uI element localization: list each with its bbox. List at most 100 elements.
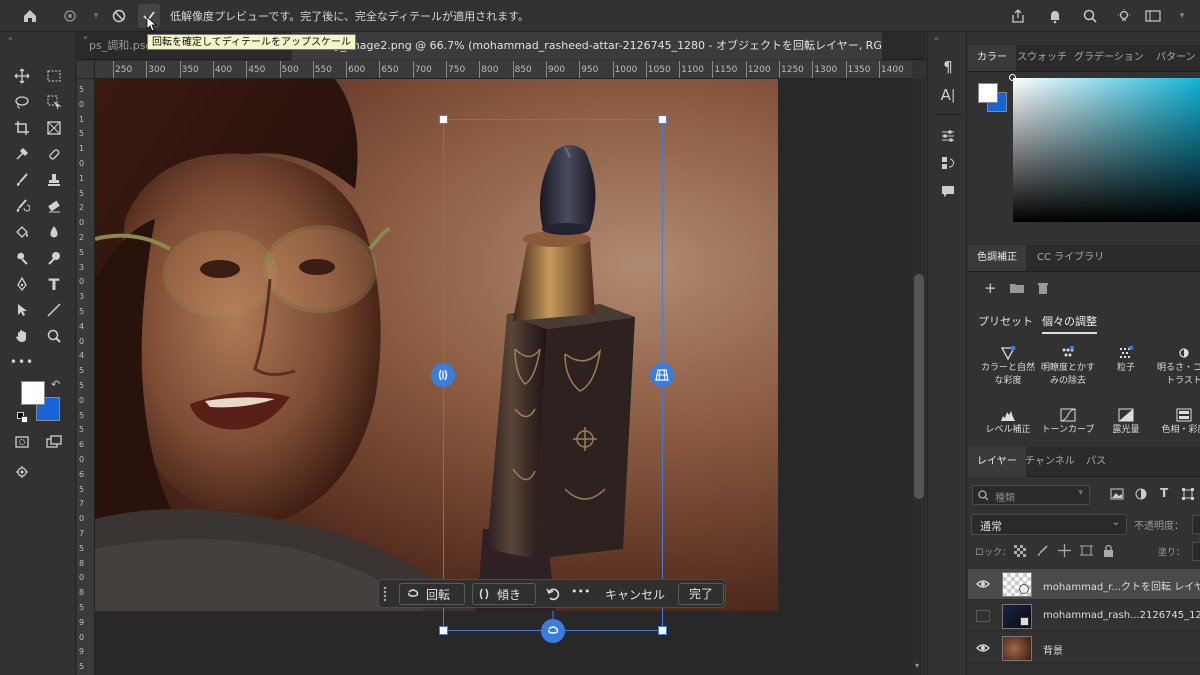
- quick-mask-icon[interactable]: [12, 432, 32, 452]
- layer-row-source-image[interactable]: mohammad_rash...2126745_1280: [968, 601, 1200, 632]
- search-icon[interactable]: [1080, 6, 1100, 26]
- lock-pixels-icon[interactable]: [1037, 545, 1049, 557]
- hand-tool-icon[interactable]: [12, 326, 32, 346]
- done-button[interactable]: 完了: [678, 583, 724, 605]
- stamp-tool-icon[interactable]: [44, 170, 64, 190]
- lock-artboard-icon[interactable]: [1080, 544, 1093, 557]
- comments-icon[interactable]: [938, 181, 958, 201]
- line-tool-icon[interactable]: [44, 300, 64, 320]
- adj-clarity-dehaze[interactable]: 明瞭度とかすみの除去: [1038, 346, 1098, 388]
- rotate-handle-bottom-icon[interactable]: [541, 619, 565, 643]
- lock-transparent-icon[interactable]: [1014, 545, 1026, 557]
- handle-top-right[interactable]: [658, 115, 667, 124]
- tab-presets[interactable]: プリセット: [978, 313, 1033, 329]
- workspace-chevron-icon[interactable]: ▾: [1172, 6, 1192, 26]
- adj-vibrance[interactable]: カラーと自然な彩度: [978, 346, 1038, 388]
- pen-tool-icon[interactable]: [12, 274, 32, 294]
- character-icon[interactable]: A |: [938, 85, 958, 105]
- color-picker-cursor[interactable]: [1009, 74, 1016, 81]
- panel-foreground-swatch[interactable]: [978, 83, 998, 103]
- handle-top-left[interactable]: [439, 115, 448, 124]
- color-picker-field[interactable]: [1009, 74, 1200, 222]
- layer-row-background[interactable]: 背景: [968, 633, 1200, 664]
- type-tool-icon[interactable]: T: [44, 274, 64, 294]
- vertical-scrollbar[interactable]: ▾: [912, 79, 926, 675]
- path-selection-tool-icon[interactable]: [12, 300, 32, 320]
- handle-bottom-left[interactable]: [439, 626, 448, 635]
- dodge-tool-icon[interactable]: [12, 248, 32, 268]
- tab-paths[interactable]: パス: [1077, 447, 1115, 477]
- more-options-icon[interactable]: •••: [571, 585, 590, 598]
- rotate-handle-left-icon[interactable]: [431, 363, 455, 387]
- rotate-button[interactable]: 回転: [399, 583, 465, 605]
- tilt-button[interactable]: 傾き: [472, 583, 536, 605]
- adj-grain[interactable]: 粒子: [1096, 346, 1156, 375]
- move-tool-icon[interactable]: [12, 66, 32, 86]
- tab-individual-adjustments[interactable]: 個々の調整: [1042, 313, 1097, 334]
- adj-brightness-contrast[interactable]: 明るさ・コントラスト: [1154, 346, 1200, 388]
- ruler-origin[interactable]: [77, 61, 95, 79]
- zoom-tool-icon[interactable]: [44, 326, 64, 346]
- filter-pixel-icon[interactable]: [1110, 488, 1124, 500]
- chevron-down-icon[interactable]: ▾: [86, 6, 106, 26]
- trash-icon[interactable]: [1037, 282, 1049, 294]
- swap-colors-icon[interactable]: ↶: [51, 378, 60, 391]
- blur-tool-icon[interactable]: [44, 222, 64, 242]
- tab-patterns[interactable]: パターン: [1147, 45, 1200, 71]
- toolbar-grip-icon[interactable]: [383, 586, 387, 602]
- zoom-alt-tool-icon[interactable]: [44, 248, 64, 268]
- tab-gradients[interactable]: グラデーション: [1065, 45, 1153, 71]
- strip-collapse-icon[interactable]: «: [934, 34, 939, 43]
- foreground-color-swatch[interactable]: [21, 381, 45, 405]
- brush-tool-icon[interactable]: [12, 170, 32, 190]
- adj-exposure[interactable]: 露光量: [1096, 408, 1156, 437]
- paint-bucket-tool-icon[interactable]: [12, 222, 32, 242]
- handle-bottom-right[interactable]: [658, 626, 667, 635]
- lasso-tool-icon[interactable]: [12, 92, 32, 112]
- history-brush-tool-icon[interactable]: [12, 196, 32, 216]
- collapse-chevron-icon[interactable]: «: [8, 34, 13, 43]
- adj-curves[interactable]: トーンカーブ: [1038, 408, 1098, 437]
- scroll-down-icon[interactable]: ▾: [915, 661, 919, 670]
- object-selection-tool-icon[interactable]: [44, 92, 64, 112]
- layer-row-rotated-object[interactable]: mohammad_r...クトを回転 レイヤー: [968, 569, 1200, 600]
- more-tools-icon[interactable]: •••: [10, 352, 33, 372]
- lock-all-icon[interactable]: [1103, 544, 1114, 557]
- workspace-icon[interactable]: [1143, 6, 1163, 26]
- filter-shape-icon[interactable]: [1182, 488, 1194, 500]
- screen-mode-icon[interactable]: [44, 432, 64, 452]
- crop-tool-icon[interactable]: [12, 118, 32, 138]
- layer-filter-select[interactable]: 種類 ▾: [972, 485, 1090, 505]
- edit-toolbar-icon[interactable]: [12, 462, 32, 482]
- filter-adjustment-icon[interactable]: [1135, 488, 1147, 500]
- visibility-off-box[interactable]: [976, 610, 990, 622]
- default-colors-icon[interactable]: [17, 412, 29, 424]
- lock-position-icon[interactable]: [1058, 544, 1071, 557]
- adj-levels[interactable]: レベル補正: [978, 408, 1038, 437]
- tab-cc-libraries[interactable]: CC ライブラリ: [1028, 245, 1113, 271]
- eraser-tool-icon[interactable]: [44, 196, 64, 216]
- tilt-handle-right-icon[interactable]: [650, 363, 674, 387]
- fill-input[interactable]: [1192, 542, 1200, 561]
- history-icon[interactable]: [938, 153, 958, 173]
- adj-hue-saturation[interactable]: 色相・彩度: [1154, 408, 1200, 437]
- frame-tool-icon[interactable]: [44, 118, 64, 138]
- tab-adjustments[interactable]: 色調補正: [968, 245, 1026, 271]
- tab-active-document[interactable]: nearby_image2.png @ 66.7% (mohammad_rash…: [292, 32, 882, 60]
- cancel-icon[interactable]: [109, 6, 129, 26]
- opacity-input[interactable]: [1192, 515, 1200, 534]
- share-icon[interactable]: [1008, 6, 1028, 26]
- tab-channels[interactable]: チャンネル: [1016, 447, 1084, 477]
- cancel-button[interactable]: キャンセル: [605, 586, 665, 603]
- canvas-image[interactable]: [95, 79, 778, 611]
- notification-bell-icon[interactable]: [1045, 6, 1065, 26]
- blend-mode-select[interactable]: 通常 ⌄: [971, 514, 1127, 535]
- add-adjustment-icon[interactable]: +: [984, 279, 997, 297]
- object-rotate-tool-icon[interactable]: [60, 6, 80, 26]
- folder-icon[interactable]: [1010, 283, 1024, 293]
- filter-type-icon[interactable]: T: [1160, 486, 1168, 500]
- reset-icon[interactable]: [543, 584, 563, 604]
- marquee-tool-icon[interactable]: [44, 66, 64, 86]
- healing-brush-tool-icon[interactable]: [44, 144, 64, 164]
- home-icon[interactable]: [20, 6, 40, 26]
